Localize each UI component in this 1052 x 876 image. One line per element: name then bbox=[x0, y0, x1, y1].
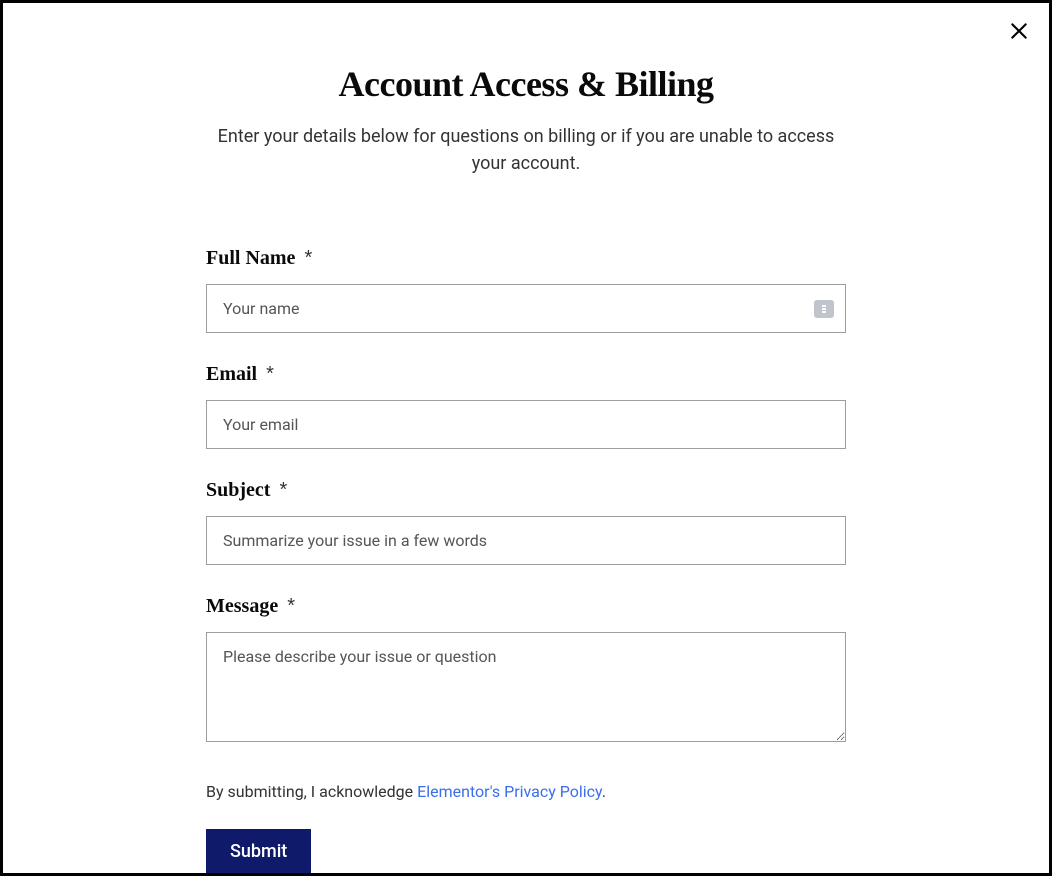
form-group-message: Message * bbox=[206, 595, 846, 746]
acknowledgement-text: By submitting, I acknowledge Elementor's… bbox=[206, 782, 846, 801]
fullname-label-wrapper: Full Name * bbox=[206, 247, 846, 270]
email-label-wrapper: Email * bbox=[206, 363, 846, 386]
privacy-policy-link[interactable]: Elementor's Privacy Policy bbox=[417, 782, 602, 801]
email-label: Email bbox=[206, 363, 257, 385]
email-required: * bbox=[266, 363, 274, 385]
modal-title: Account Access & Billing bbox=[206, 63, 846, 105]
fullname-input[interactable] bbox=[206, 284, 846, 333]
submit-button[interactable]: Submit bbox=[206, 829, 311, 874]
autofill-icon bbox=[814, 300, 834, 318]
close-icon bbox=[1009, 21, 1029, 41]
subject-label-wrapper: Subject * bbox=[206, 479, 846, 502]
modal-container: Account Access & Billing Enter your deta… bbox=[0, 0, 1052, 876]
subject-required: * bbox=[279, 479, 287, 501]
close-button[interactable] bbox=[1007, 19, 1031, 43]
form-group-email: Email * bbox=[206, 363, 846, 449]
ack-prefix: By submitting, I acknowledge bbox=[206, 782, 417, 801]
subject-input[interactable] bbox=[206, 516, 846, 565]
message-required: * bbox=[287, 595, 295, 617]
subject-label: Subject bbox=[206, 479, 270, 501]
fullname-input-wrapper bbox=[206, 284, 846, 333]
form-group-subject: Subject * bbox=[206, 479, 846, 565]
message-textarea[interactable] bbox=[206, 632, 846, 742]
form-group-fullname: Full Name * bbox=[206, 247, 846, 333]
modal-subtitle: Enter your details below for questions o… bbox=[206, 123, 846, 177]
ack-suffix: . bbox=[602, 782, 606, 801]
modal-content: Account Access & Billing Enter your deta… bbox=[206, 23, 846, 874]
fullname-required: * bbox=[304, 247, 312, 269]
message-label-wrapper: Message * bbox=[206, 595, 846, 618]
fullname-label: Full Name bbox=[206, 247, 295, 269]
message-label: Message bbox=[206, 595, 278, 617]
email-input[interactable] bbox=[206, 400, 846, 449]
